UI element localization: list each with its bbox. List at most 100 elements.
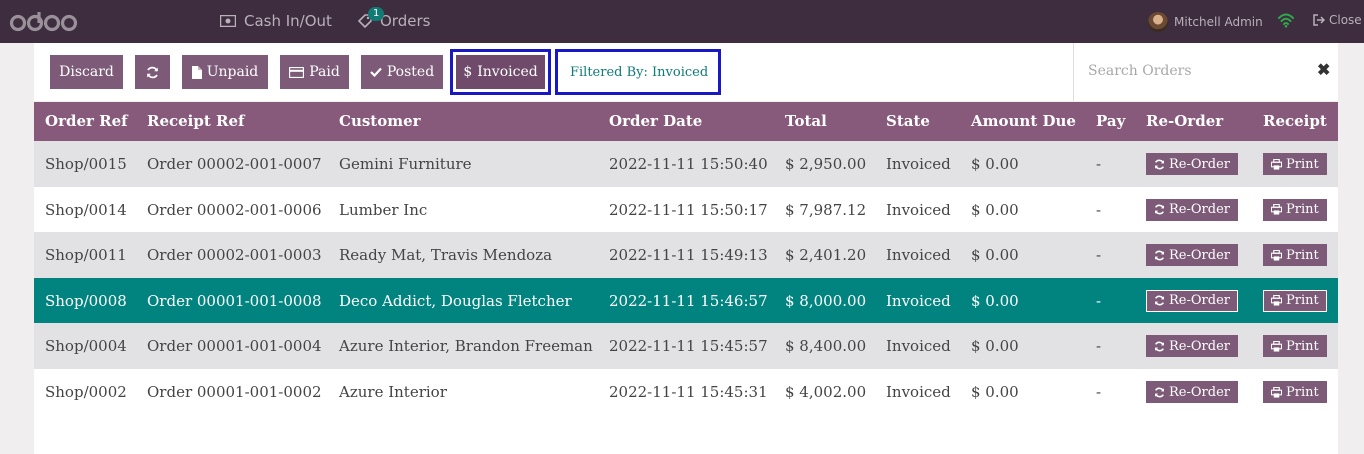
search-input[interactable] [1088, 63, 1298, 79]
reorder-button[interactable]: Re-Order [1146, 244, 1238, 267]
header-total: Total [785, 112, 827, 130]
header-receipt-ref: Receipt Ref [147, 112, 245, 130]
table-row[interactable]: Shop/0008 Order 00001-001-0008 Deco Addi… [34, 277, 1338, 324]
reorder-button[interactable]: Re-Order [1146, 335, 1238, 358]
header-order-ref: Order Ref [45, 112, 128, 130]
clear-search-icon[interactable]: ✖ [1317, 60, 1330, 79]
cash-in-out-button[interactable]: Cash In/Out [220, 12, 332, 30]
header-pay: Pay [1096, 112, 1126, 130]
header-order-date: Order Date [609, 112, 703, 130]
table-row[interactable]: Shop/0011 Order 00002-001-0003 Ready Mat… [34, 232, 1338, 279]
order-date-cell: 2022-11-11 15:46:57 [609, 291, 768, 310]
pay-cell: - [1096, 291, 1102, 310]
reorder-label: Re-Order [1169, 202, 1230, 218]
total-cell: $ 7,987.12 [785, 200, 867, 219]
order-date-cell: 2022-11-11 15:45:57 [609, 337, 768, 356]
reorder-button[interactable]: Re-Order [1146, 381, 1238, 403]
print-button[interactable]: Print [1263, 381, 1327, 403]
print-icon [1271, 249, 1282, 261]
state-cell: Invoiced [886, 200, 951, 219]
odoo-logo [9, 12, 78, 32]
refresh-icon [1154, 204, 1165, 215]
refresh-icon [1154, 250, 1165, 261]
paid-filter-button[interactable]: Paid [280, 55, 349, 89]
print-label: Print [1286, 247, 1319, 263]
customer-cell: Deco Addict, Douglas Fletcher [339, 291, 572, 310]
order-ref-cell: Shop/0008 [45, 291, 127, 310]
customer-cell: Ready Mat, Travis Mendoza [339, 246, 553, 265]
refresh-icon [1154, 295, 1165, 306]
print-button[interactable]: Print [1263, 153, 1327, 175]
orders-button[interactable]: 1 Orders [358, 7, 431, 30]
print-button[interactable]: Print [1263, 198, 1327, 221]
credit-card-icon [289, 66, 305, 78]
print-label: Print [1286, 384, 1319, 400]
close-button[interactable]: Close [1313, 13, 1362, 27]
customer-cell: Gemini Furniture [339, 155, 472, 173]
total-cell: $ 2,401.20 [785, 246, 867, 265]
order-ref-cell: Shop/0014 [45, 200, 127, 219]
posted-filter-button[interactable]: Posted [361, 55, 443, 89]
header-customer: Customer [339, 112, 421, 130]
print-label: Print [1286, 156, 1319, 172]
reorder-label: Re-Order [1169, 384, 1230, 400]
state-cell: Invoiced [886, 337, 951, 356]
pay-cell: - [1096, 200, 1102, 219]
cash-in-out-label: Cash In/Out [244, 12, 332, 30]
receipt-ref-cell: Order 00001-001-0004 [147, 337, 322, 356]
total-cell: $ 4,002.00 [785, 383, 867, 401]
filter-status-text: Filtered By: Invoiced [570, 65, 709, 80]
file-icon [191, 65, 202, 79]
order-date-cell: 2022-11-11 15:50:40 [609, 155, 768, 173]
orders-label: Orders [380, 12, 431, 30]
print-label: Print [1286, 338, 1319, 354]
refresh-icon [1154, 387, 1165, 397]
header-amount-due: Amount Due [971, 112, 1076, 130]
reorder-button[interactable]: Re-Order [1146, 153, 1238, 175]
print-button[interactable]: Print [1263, 244, 1327, 267]
orders-table: Order Ref Receipt Ref Customer Order Dat… [34, 102, 1338, 454]
receipt-ref-cell: Order 00002-001-0006 [147, 200, 322, 219]
customer-cell: Azure Interior, Brandon Freeman [339, 337, 593, 356]
total-cell: $ 8,000.00 [785, 291, 867, 310]
posted-label: Posted [386, 64, 435, 80]
refresh-icon [147, 66, 158, 78]
table-row[interactable]: Shop/0014 Order 00002-001-0006 Lumber In… [34, 186, 1338, 233]
order-date-cell: 2022-11-11 15:50:17 [609, 200, 768, 219]
invoiced-filter-button[interactable]: $ Invoiced [456, 55, 545, 89]
print-label: Print [1286, 202, 1319, 218]
avatar [1148, 12, 1168, 32]
customer-cell: Lumber Inc [339, 200, 428, 219]
reorder-label: Re-Order [1169, 156, 1230, 172]
discard-button[interactable]: Discard [50, 55, 123, 89]
pay-cell: - [1096, 246, 1102, 265]
state-cell: Invoiced [886, 155, 951, 173]
control-bar: Discard Unpaid Paid Posted $ Invoiced Fi… [34, 43, 1338, 101]
reorder-button[interactable]: Re-Order [1146, 198, 1238, 221]
order-ref-cell: Shop/0004 [45, 337, 127, 356]
money-icon [220, 15, 236, 27]
amount-due-cell: $ 0.00 [971, 337, 1019, 356]
table-row[interactable]: Shop/0002 Order 00001-001-0002 Azure Int… [34, 369, 1338, 415]
table-row[interactable]: Shop/0015 Order 00002-001-0007 Gemini Fu… [34, 141, 1338, 187]
refresh-button[interactable] [135, 55, 170, 89]
print-button[interactable]: Print [1263, 289, 1327, 312]
print-icon [1271, 386, 1282, 398]
amount-due-cell: $ 0.00 [971, 246, 1019, 265]
table-row[interactable]: Shop/0004 Order 00001-001-0004 Azure Int… [34, 323, 1338, 370]
sign-out-icon [1313, 14, 1325, 26]
print-button[interactable]: Print [1263, 335, 1327, 358]
discard-label: Discard [59, 64, 114, 80]
total-cell: $ 2,950.00 [785, 155, 867, 173]
customer-cell: Azure Interior [339, 383, 447, 401]
user-menu[interactable]: Mitchell Admin [1148, 12, 1263, 32]
order-date-cell: 2022-11-11 15:45:31 [609, 383, 768, 401]
state-cell: Invoiced [886, 383, 951, 401]
reorder-button[interactable]: Re-Order [1146, 289, 1238, 312]
dollar-icon: $ [463, 64, 473, 80]
pay-cell: - [1096, 383, 1102, 401]
receipt-ref-cell: Order 00001-001-0002 [147, 383, 322, 401]
paid-label: Paid [309, 64, 340, 80]
total-cell: $ 8,400.00 [785, 337, 867, 356]
unpaid-filter-button[interactable]: Unpaid [182, 55, 268, 89]
